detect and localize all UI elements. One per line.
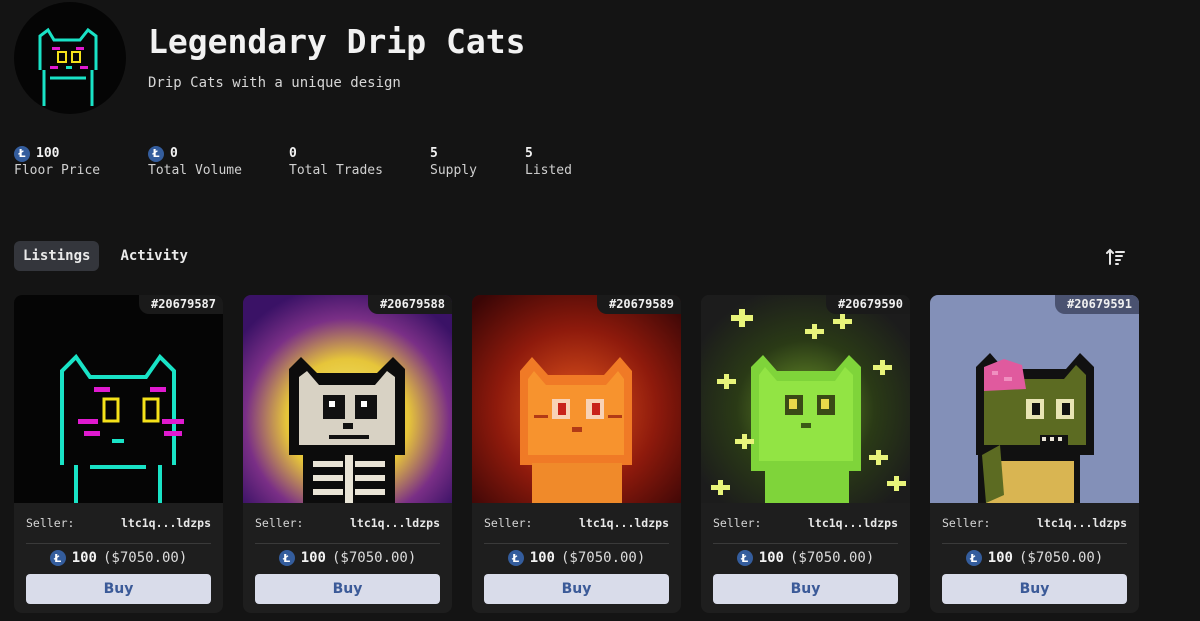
listing-card[interactable]: #20679591 Seller: ltc1q...ldzps Ł 100 ($…: [930, 295, 1139, 613]
seller-row: Seller: ltc1q...ldzps: [26, 516, 211, 544]
seller-label: Seller:: [255, 516, 304, 530]
seller-row: Seller: ltc1q...ldzps: [713, 516, 898, 544]
stat-supply: 5 Supply: [430, 145, 525, 179]
collection-title: Legendary Drip Cats: [148, 21, 526, 61]
token-id-badge: #20679588: [367, 295, 452, 314]
litecoin-icon: Ł: [736, 550, 753, 566]
sort-icon[interactable]: [1104, 246, 1126, 268]
price-amount: 100: [300, 550, 326, 566]
seller-address[interactable]: ltc1q...ldzps: [579, 516, 669, 530]
litecoin-icon: Ł: [148, 145, 164, 162]
collection-header: Legendary Drip Cats Drip Cats with a uni…: [14, 2, 526, 114]
stat-value: 5: [525, 146, 533, 161]
stat-floor-price: Ł 100 Floor Price: [14, 145, 148, 179]
price-row: Ł 100 ($7050.00): [26, 550, 211, 566]
buy-button[interactable]: Buy: [484, 574, 669, 604]
tab-activity[interactable]: Activity: [111, 241, 196, 271]
stat-label: Total Trades: [289, 163, 383, 178]
seller-row: Seller: ltc1q...ldzps: [942, 516, 1127, 544]
nft-image: #20679590: [701, 295, 910, 503]
seller-row: Seller: ltc1q...ldzps: [255, 516, 440, 544]
stat-total-trades: 0 Total Trades: [289, 145, 430, 179]
price-row: Ł 100 ($7050.00): [484, 550, 669, 566]
seller-address[interactable]: ltc1q...ldzps: [1037, 516, 1127, 530]
seller-label: Seller:: [484, 516, 533, 530]
litecoin-icon: Ł: [965, 550, 982, 566]
seller-label: Seller:: [713, 516, 762, 530]
nft-image: #20679587: [14, 295, 223, 503]
stat-listed: 5 Listed: [525, 145, 605, 179]
token-id-badge: #20679590: [825, 295, 910, 314]
card-body: Seller: ltc1q...ldzps Ł 100 ($7050.00) B…: [243, 516, 452, 604]
card-body: Seller: ltc1q...ldzps Ł 100 ($7050.00) B…: [14, 516, 223, 604]
price-amount: 100: [529, 550, 555, 566]
listings-grid: #20679587 Seller: ltc1q...ldzps Ł 100 ($…: [14, 295, 1139, 613]
price-amount: 100: [987, 550, 1013, 566]
price-row: Ł 100 ($7050.00): [942, 550, 1127, 566]
view-tabs: Listings Activity: [14, 241, 197, 271]
seller-address[interactable]: ltc1q...ldzps: [350, 516, 440, 530]
buy-button[interactable]: Buy: [942, 574, 1127, 604]
collection-stats: Ł 100 Floor Price Ł0 Total Volume 0 Total…: [14, 145, 605, 179]
litecoin-icon: Ł: [278, 550, 295, 566]
nft-image: #20679589: [472, 295, 681, 503]
price-usd: ($7050.00): [1019, 550, 1104, 566]
price-amount: 100: [758, 550, 784, 566]
nft-image: #20679591: [930, 295, 1139, 503]
tab-listings[interactable]: Listings: [14, 241, 100, 271]
seller-address[interactable]: ltc1q...ldzps: [808, 516, 898, 530]
stat-value: 0: [289, 146, 297, 161]
token-id-badge: #20679589: [596, 295, 681, 314]
price-row: Ł 100 ($7050.00): [713, 550, 898, 566]
price-row: Ł 100 ($7050.00): [255, 550, 440, 566]
stat-label: Listed: [525, 163, 572, 178]
collection-subtitle: Drip Cats with a unique design: [148, 74, 401, 91]
litecoin-icon: Ł: [507, 550, 524, 566]
price-amount: 100: [71, 550, 97, 566]
seller-label: Seller:: [26, 516, 75, 530]
nft-image: #20679588: [243, 295, 452, 503]
stat-value: 0: [170, 146, 178, 161]
listing-card[interactable]: #20679588 Seller: ltc1q...ldzps Ł 100 ($…: [243, 295, 452, 613]
litecoin-icon: Ł: [49, 550, 66, 566]
listing-card[interactable]: #20679587 Seller: ltc1q...ldzps Ł 100 ($…: [14, 295, 223, 613]
price-usd: ($7050.00): [561, 550, 646, 566]
token-id-badge: #20679587: [138, 295, 223, 314]
seller-label: Seller:: [942, 516, 991, 530]
buy-button[interactable]: Buy: [26, 574, 211, 604]
stat-label: Total Volume: [148, 163, 242, 178]
stat-value: 5: [430, 146, 438, 161]
title-block: Legendary Drip Cats Drip Cats with a uni…: [148, 22, 526, 91]
seller-address[interactable]: ltc1q...ldzps: [121, 516, 211, 530]
stat-label: Supply: [430, 163, 477, 178]
buy-button[interactable]: Buy: [255, 574, 440, 604]
litecoin-icon: Ł: [14, 145, 30, 162]
price-usd: ($7050.00): [332, 550, 417, 566]
listing-card[interactable]: #20679589 Seller: ltc1q...ldzps Ł 100 ($…: [472, 295, 681, 613]
collection-avatar: [14, 2, 126, 114]
card-body: Seller: ltc1q...ldzps Ł 100 ($7050.00) B…: [930, 516, 1139, 604]
token-id-badge: #20679591: [1054, 295, 1139, 314]
card-body: Seller: ltc1q...ldzps Ł 100 ($7050.00) B…: [472, 516, 681, 604]
stat-total-volume: Ł0 Total Volume: [148, 145, 289, 179]
buy-button[interactable]: Buy: [713, 574, 898, 604]
seller-row: Seller: ltc1q...ldzps: [484, 516, 669, 544]
card-body: Seller: ltc1q...ldzps Ł 100 ($7050.00) B…: [701, 516, 910, 604]
stat-value: 100: [36, 146, 60, 161]
stat-label: Floor Price: [14, 163, 101, 178]
price-usd: ($7050.00): [103, 550, 188, 566]
price-usd: ($7050.00): [790, 550, 875, 566]
listing-card[interactable]: #20679590 Seller: ltc1q...ldzps Ł 100 ($…: [701, 295, 910, 613]
